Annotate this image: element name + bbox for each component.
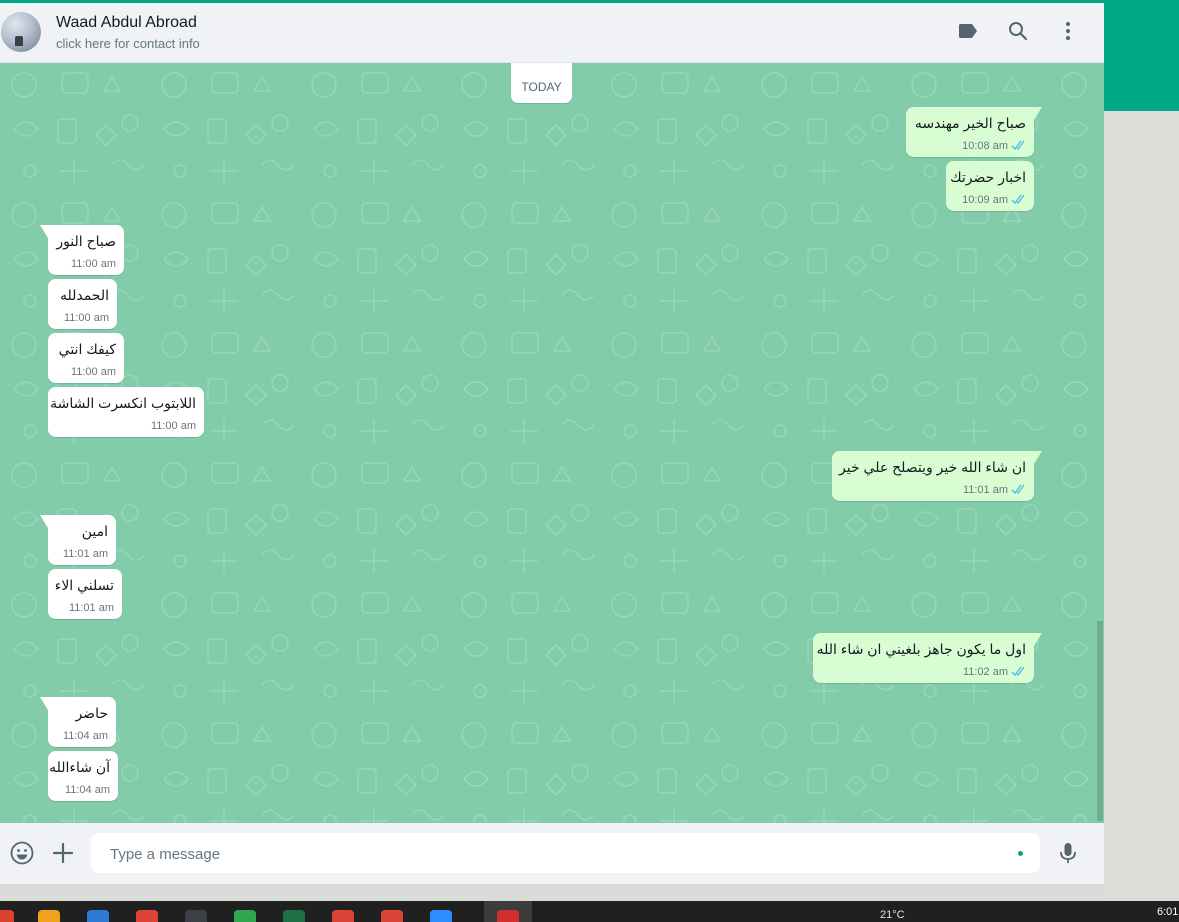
message-text: كيفك انتي <box>58 341 116 357</box>
message-time: 10:09 am <box>962 194 1008 206</box>
message-text: تسلني الاء <box>54 577 114 593</box>
taskbar-app-icon[interactable] <box>38 910 60 922</box>
read-receipt-icon <box>1011 484 1025 495</box>
taskbar-excel-icon[interactable] <box>283 910 305 922</box>
message-bubble-outgoing[interactable]: اخبار حضرتك 10:09 am <box>946 161 1034 211</box>
message-composer <box>0 823 1104 884</box>
taskbar-app-icon[interactable] <box>87 910 109 922</box>
message-time: 11:00 am <box>70 366 116 378</box>
contact-info-hint[interactable]: click here for contact info <box>56 36 200 51</box>
window-background <box>1104 111 1179 901</box>
message-time: 11:01 am <box>68 602 114 614</box>
taskbar-app-icon[interactable] <box>234 910 256 922</box>
read-receipt-icon <box>1011 140 1025 151</box>
message-bubble-outgoing[interactable]: ان شاء الله خير ويتصلح علي خير 11:01 am <box>832 451 1042 501</box>
taskbar-app-icon[interactable] <box>0 910 14 922</box>
message-text: امين <box>81 523 108 539</box>
message-bubble-incoming[interactable]: تسلني الاء 11:01 am <box>48 569 122 619</box>
message-bubble-incoming[interactable]: امين 11:01 am <box>40 515 116 565</box>
message-bubble-incoming[interactable]: اللابتوب انكسرت الشاشة 11:00 am <box>48 387 204 437</box>
message-bubble-incoming[interactable]: حاضر 11:04 am <box>40 697 116 747</box>
message-text: ان شاء الله خير ويتصلح علي خير <box>839 459 1026 475</box>
message-time: 11:00 am <box>70 258 116 270</box>
read-receipt-icon <box>1011 194 1025 205</box>
message-text: صباح النور <box>56 233 116 249</box>
message-time: 11:00 am <box>150 420 196 432</box>
taskbar-chrome-icon[interactable] <box>332 910 354 922</box>
contact-name[interactable]: Waad Abdul Abroad <box>56 14 197 32</box>
microphone-icon[interactable] <box>1055 840 1081 866</box>
message-time: 11:02 am <box>962 666 1008 678</box>
taskbar-chrome-icon[interactable] <box>381 910 403 922</box>
message-text: آن شاءالله <box>49 759 110 775</box>
message-bubble-outgoing[interactable]: صباح الخير مهندسه 10:08 am <box>906 107 1042 157</box>
chat-wallpaper-pattern <box>0 63 1104 823</box>
message-text: اخبار حضرتك <box>950 169 1026 185</box>
message-bubble-outgoing[interactable]: اول ما يكون جاهز بلغيني ان شاء الله 11:0… <box>813 633 1042 683</box>
emoji-icon[interactable] <box>9 840 35 866</box>
taskbar-acrobat-icon[interactable] <box>497 910 519 922</box>
whatsapp-window: Waad Abdul Abroad click here for contact… <box>0 3 1104 884</box>
message-text: اول ما يكون جاهز بلغيني ان شاء الله <box>816 641 1026 657</box>
message-list[interactable]: TODAY صباح الخير مهندسه 10:08 am اخبار ح… <box>0 63 1104 823</box>
date-separator: TODAY <box>511 63 572 103</box>
message-input[interactable] <box>108 833 1012 875</box>
taskbar-zoom-icon[interactable] <box>430 910 452 922</box>
message-bubble-incoming[interactable]: آن شاءالله 11:04 am <box>48 751 118 801</box>
attach-plus-icon[interactable] <box>50 840 76 866</box>
message-time: 11:01 am <box>62 548 108 560</box>
taskbar-app-icon[interactable] <box>185 910 207 922</box>
input-status-dot <box>1018 851 1023 856</box>
message-time: 10:08 am <box>962 140 1008 152</box>
menu-icon[interactable] <box>1056 19 1080 43</box>
chat-scrollbar[interactable] <box>1097 621 1103 821</box>
message-bubble-incoming[interactable]: كيفك انتي 11:00 am <box>48 333 124 383</box>
conversation-header[interactable]: Waad Abdul Abroad click here for contact… <box>0 3 1104 63</box>
message-time: 11:01 am <box>962 484 1008 496</box>
message-time: 11:04 am <box>62 730 108 742</box>
label-icon[interactable] <box>956 19 980 43</box>
search-icon[interactable] <box>1006 19 1030 43</box>
read-receipt-icon <box>1011 666 1025 677</box>
os-taskbar: 21°C 6:01 <box>0 901 1179 922</box>
message-input-container[interactable] <box>91 833 1040 875</box>
message-text: الحمدلله <box>59 287 109 303</box>
contact-avatar[interactable] <box>1 12 41 52</box>
weather-temperature[interactable]: 21°C <box>880 909 905 921</box>
message-time: 11:04 am <box>64 784 110 796</box>
message-bubble-incoming[interactable]: صباح النور 11:00 am <box>40 225 124 275</box>
message-text: اللابتوب انكسرت الشاشة <box>50 395 196 411</box>
taskbar-chrome-icon[interactable] <box>136 910 158 922</box>
message-text: صباح الخير مهندسه <box>914 115 1026 131</box>
message-time: 11:00 am <box>63 312 109 324</box>
message-text: حاضر <box>75 705 108 721</box>
message-bubble-incoming[interactable]: الحمدلله 11:00 am <box>48 279 117 329</box>
taskbar-clock[interactable]: 6:01 <box>1157 906 1178 918</box>
